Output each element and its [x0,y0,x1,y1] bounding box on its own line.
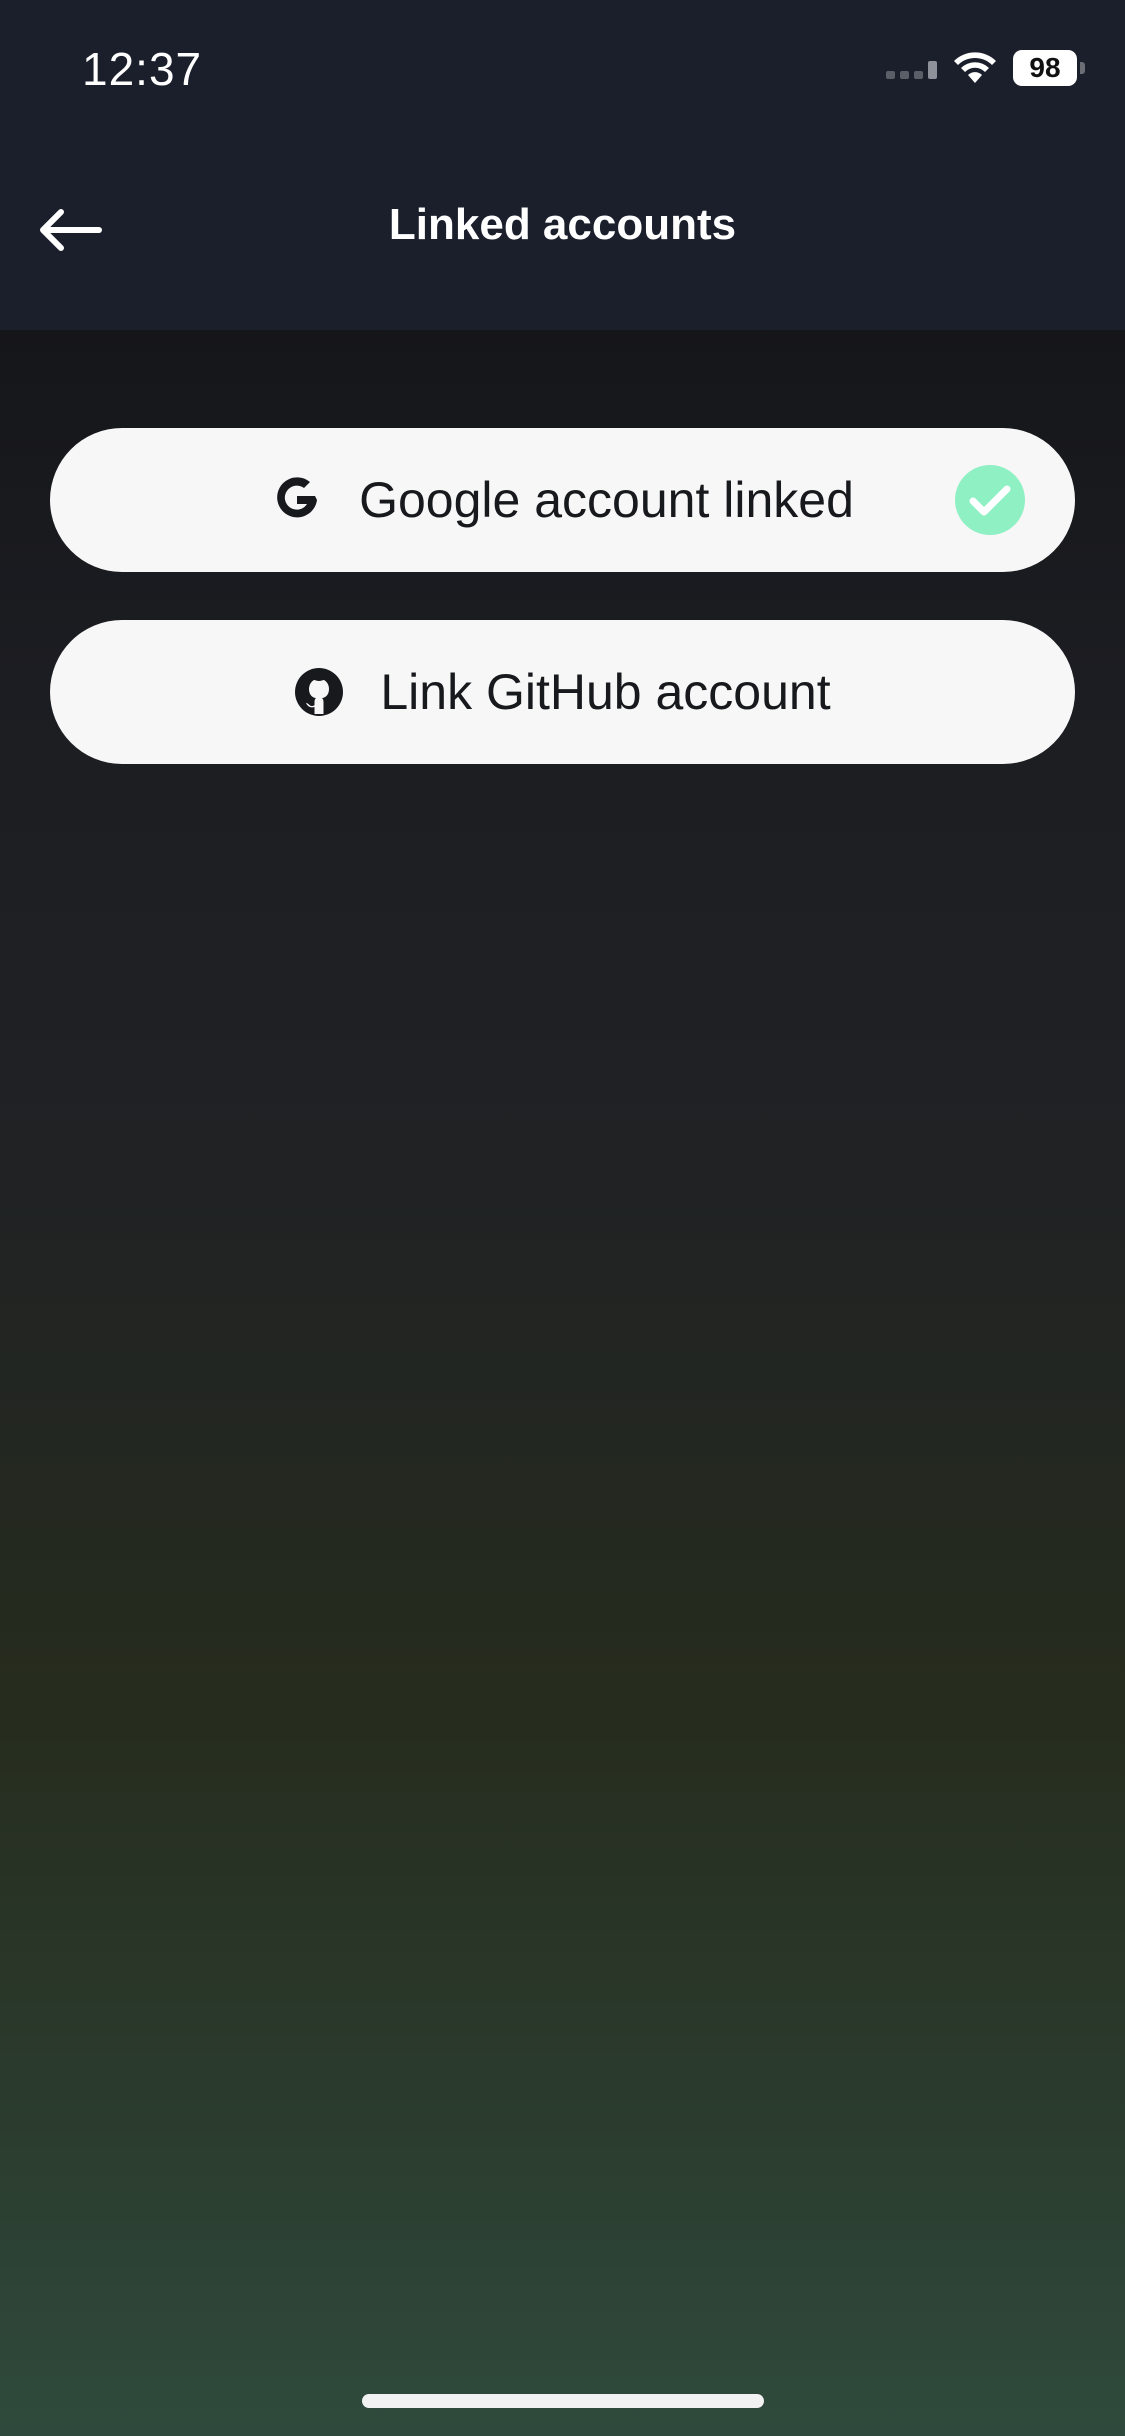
battery-icon: 98 [1013,50,1085,86]
home-indicator[interactable] [362,2394,764,2408]
github-icon [295,668,344,716]
check-circle-icon [955,465,1025,535]
cellular-signal-icon [886,57,937,79]
linked-accounts-screen: 12:37 98 Linked accounts Google account … [0,0,1125,2436]
github-account-button[interactable]: Link GitHub account [50,620,1075,764]
page-title: Linked accounts [388,200,737,249]
wifi-icon [953,51,997,85]
google-account-button[interactable]: Google account linked [50,428,1075,572]
google-icon [277,477,318,518]
battery-level: 98 [1013,50,1077,86]
github-account-label: Link GitHub account [380,664,831,720]
status-time: 12:37 [82,43,203,95]
status-indicators: 98 [886,48,1085,88]
google-account-label: Google account linked [359,472,854,528]
app-header: 12:37 98 Linked accounts [0,0,1125,330]
